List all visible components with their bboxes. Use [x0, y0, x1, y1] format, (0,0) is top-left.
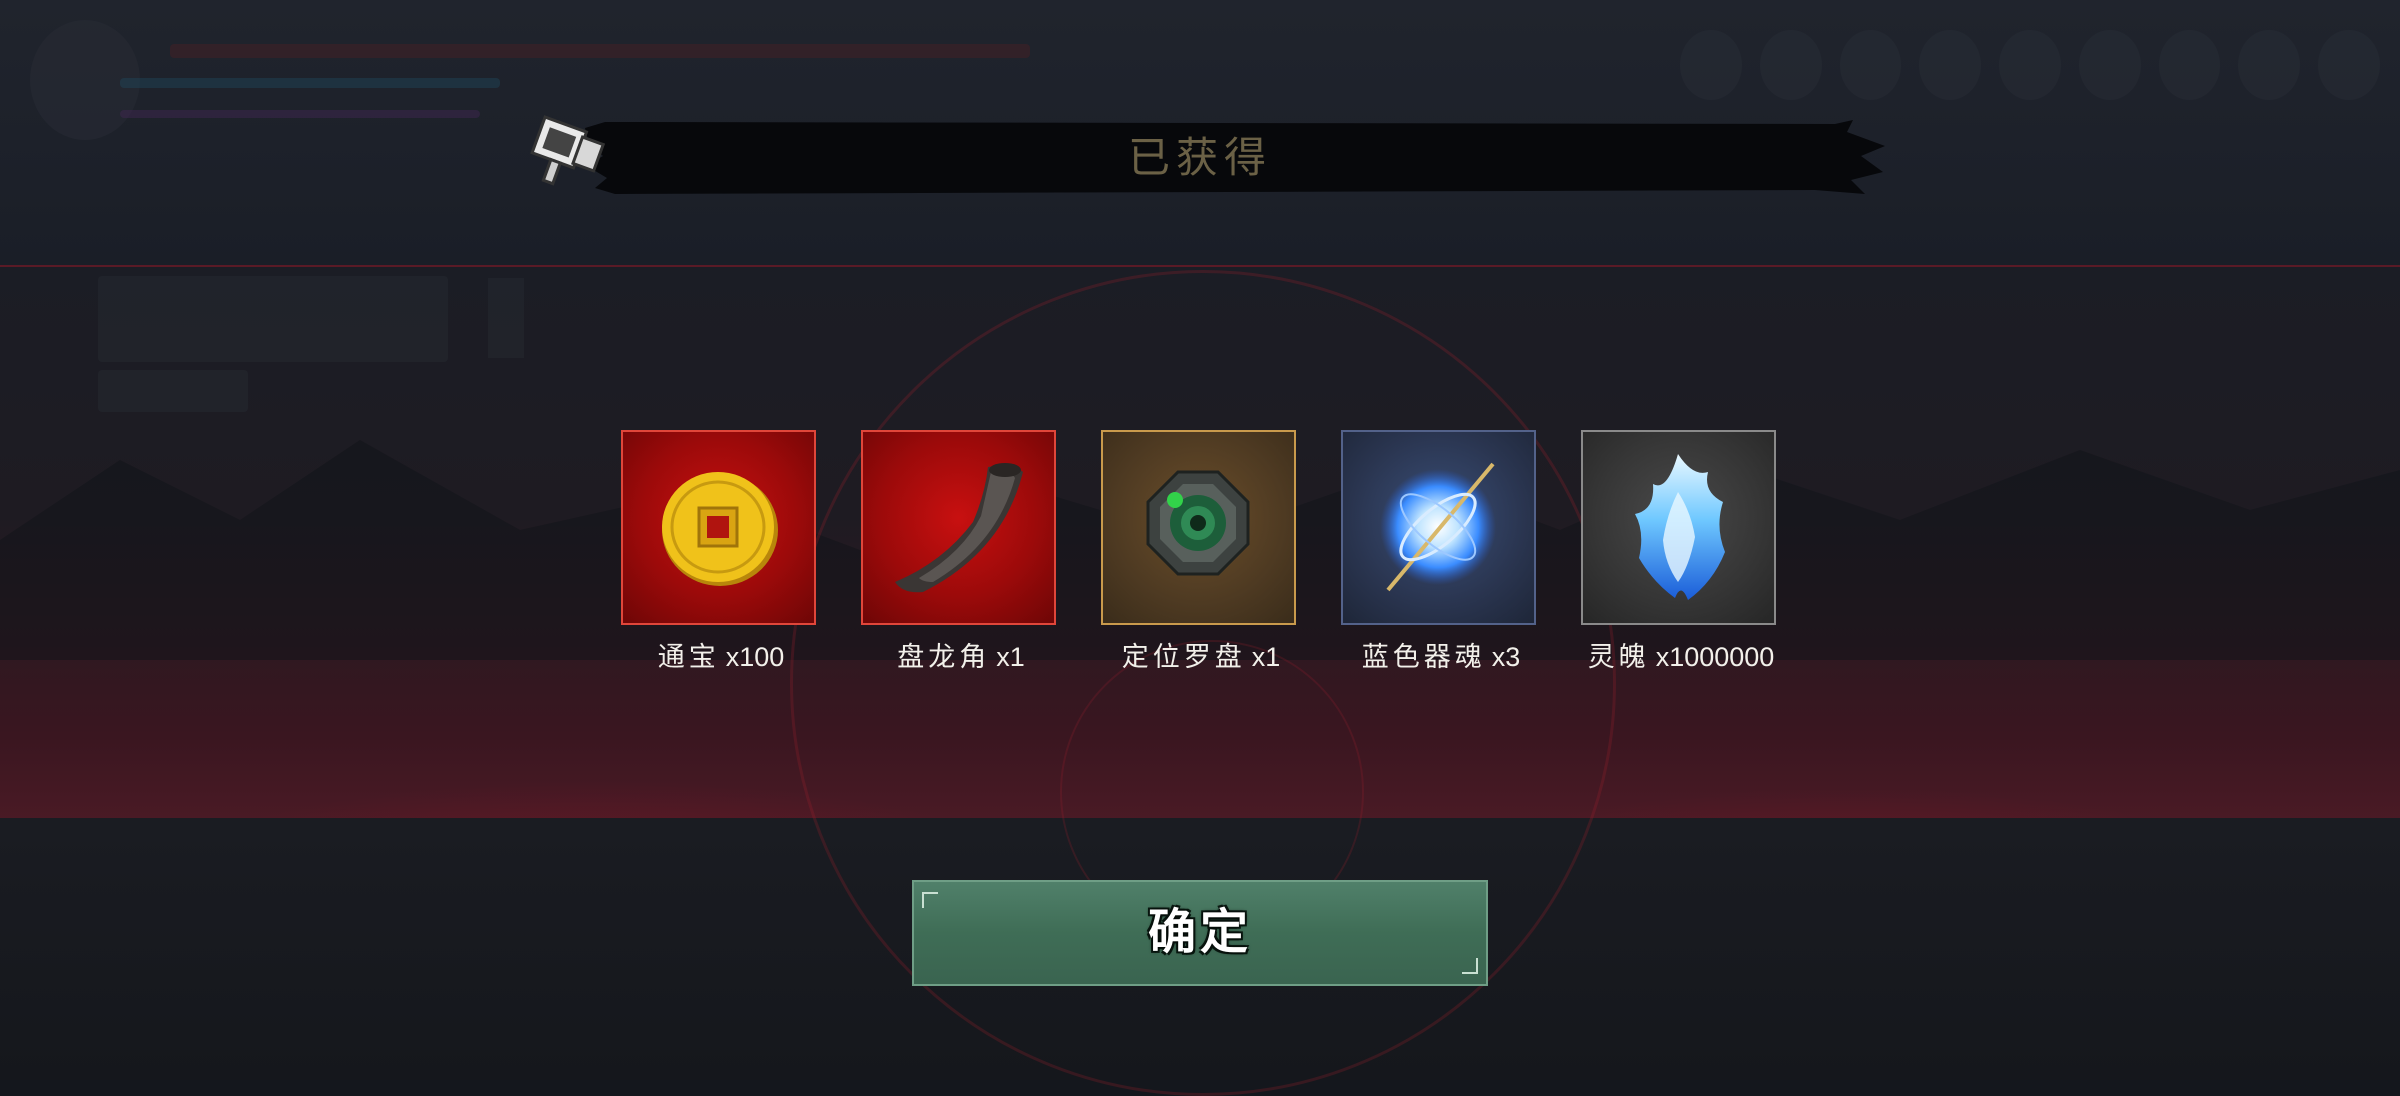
menu-icon [1999, 30, 2061, 100]
experience-bar [120, 110, 480, 118]
menu-icon [1680, 30, 1742, 100]
item-label: 盘龙角 x1 [841, 635, 1081, 674]
dialog-title: 已获得 [1127, 133, 1272, 182]
dragon-horn-icon [895, 463, 1023, 593]
confirm-button-label: 确定 [1147, 904, 1252, 960]
menu-icon [1759, 30, 1822, 100]
item-quantity: x1 [996, 642, 1025, 672]
reward-item[interactable]: 灵魄 x1000000 [1581, 430, 1776, 673]
item-name: 定位罗盘 [1121, 642, 1246, 673]
item-slot-gray[interactable] [1581, 430, 1776, 625]
reward-item[interactable]: 盘龙角 x1 [861, 430, 1056, 673]
reward-item[interactable]: 通宝 x100 [621, 430, 816, 673]
quest-tracker-button [98, 370, 248, 412]
item-slot-blue[interactable] [1341, 430, 1536, 625]
button-corner-ornament [922, 892, 938, 908]
top-menu-icons [1680, 30, 2381, 120]
item-name: 灵魄 [1587, 642, 1650, 673]
blue-soul-orb-icon [1380, 462, 1496, 592]
item-slot-red[interactable] [621, 430, 816, 625]
item-name: 蓝色器魂 [1361, 642, 1486, 673]
mana-bar [120, 78, 500, 88]
reward-item[interactable]: 定位罗盘 x1 [1101, 430, 1296, 673]
confirm-button[interactable]: 确定 [912, 880, 1488, 986]
item-label: 灵魄 x1000000 [1561, 635, 1801, 674]
copper-coin-icon [662, 472, 778, 586]
quest-collapse-arrow [488, 278, 524, 358]
menu-icon [2078, 30, 2141, 100]
item-name: 通宝 [657, 642, 720, 673]
menu-icon [1919, 30, 1982, 100]
item-quantity: x1 [1251, 642, 1281, 672]
item-quantity: x3 [1491, 642, 1521, 672]
item-label: 蓝色器魂 x3 [1321, 635, 1561, 674]
quest-tracker-panel [98, 276, 448, 362]
menu-icon [2158, 30, 2221, 100]
compass-icon [1146, 470, 1250, 576]
health-bar [170, 44, 1030, 58]
reward-list: 通宝 x100 盘龙角 x1 定位罗盘 x1 蓝色器魂 x3 灵魄 x10000… [621, 430, 1781, 673]
menu-icon [2318, 30, 2381, 100]
spirit-flame-icon [1635, 454, 1725, 600]
item-slot-red[interactable] [861, 430, 1056, 625]
menu-icon [2238, 30, 2301, 100]
item-slot-gold[interactable] [1101, 430, 1296, 625]
menu-icon [1839, 30, 1902, 100]
item-quantity: x100 [725, 642, 785, 672]
item-name: 盘龙角 [897, 642, 991, 673]
reward-item[interactable]: 蓝色器魂 x3 [1341, 430, 1536, 673]
button-corner-ornament [1462, 958, 1478, 974]
item-label: 定位罗盘 x1 [1081, 635, 1321, 674]
item-quantity: x1000000 [1655, 642, 1775, 672]
item-label: 通宝 x100 [601, 635, 841, 674]
